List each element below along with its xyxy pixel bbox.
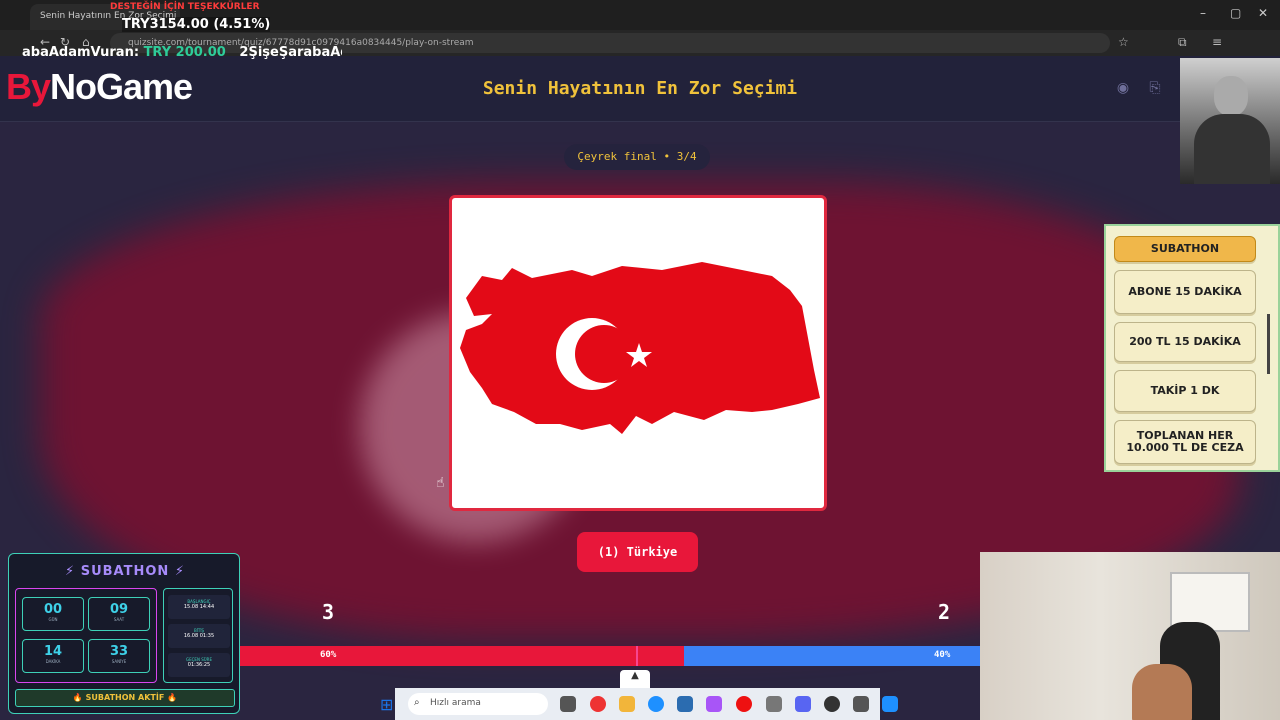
timer-minutes: 14 DAKİKA: [22, 639, 84, 673]
timer-days: 00 GÜN: [22, 597, 84, 631]
mouse-cursor: ☝: [436, 475, 445, 491]
menu-icon[interactable]: ≡: [1212, 35, 1222, 49]
minimize-icon[interactable]: –: [1200, 6, 1206, 20]
subathon-timer: 00 GÜN 09 SAAT 14 DAKİKA 33 SANİYE: [15, 588, 157, 683]
choice-button[interactable]: (1) Türkiye: [577, 532, 698, 572]
rule-item-abone[interactable]: ABONE 15 DAKİKA: [1114, 270, 1256, 314]
bynogame-logo: ByNoGame: [6, 66, 193, 107]
chrome-icon[interactable]: [590, 696, 606, 712]
vote-bar: 60% 40%: [240, 646, 980, 666]
vote-bar-divider: [636, 646, 638, 666]
turkey-flag-map-image: [460, 262, 820, 434]
elapsed-time: GEÇEN SÜRE 01:36:25: [168, 653, 230, 677]
webcam-feed: [980, 552, 1280, 720]
close-icon[interactable]: ✕: [1258, 6, 1268, 20]
right-percent: 40%: [934, 650, 951, 660]
subathon-title: ⚡ SUBATHON ⚡: [65, 564, 185, 579]
vote-bar-left-fill: [240, 646, 684, 666]
copilot-icon[interactable]: [706, 696, 722, 712]
lightning-icon: ⚡: [65, 564, 76, 579]
choice-card[interactable]: [449, 195, 827, 511]
extensions-icon[interactable]: ⧉: [1178, 35, 1187, 50]
subathon-widget: ⚡ SUBATHON ⚡ 00 GÜN 09 SAAT 14 DAKİKA 33 SAN…: [8, 553, 240, 714]
chevron-up-icon[interactable]: ▲: [620, 670, 650, 688]
rule-item-200tl[interactable]: 200 TL 15 DAKİKA: [1114, 322, 1256, 362]
windows-start-icon[interactable]: ⊞: [380, 695, 393, 714]
panel-scrollbar[interactable]: [1264, 234, 1274, 466]
portrait-image: [1180, 58, 1280, 184]
obs-icon[interactable]: [824, 696, 840, 712]
file-explorer-icon[interactable]: [619, 696, 635, 712]
app-icon[interactable]: [853, 696, 869, 712]
timer-seconds: 33 SANİYE: [88, 639, 150, 673]
maximize-icon[interactable]: ▢: [1230, 6, 1241, 20]
rule-item-takip[interactable]: TAKİP 1 DK: [1114, 370, 1256, 412]
task-view-icon[interactable]: [560, 696, 576, 712]
end-time: BİTİŞ 16.08 01:35: [168, 624, 230, 648]
rule-item-subathon[interactable]: SUBATHON: [1114, 236, 1256, 262]
store-icon[interactable]: [677, 696, 693, 712]
eye-icon[interactable]: ◉: [1112, 80, 1134, 102]
ticker-message: DESTEĞİN İÇİN TEŞEKKÜRLER: [110, 2, 260, 12]
edge-icon[interactable]: [648, 696, 664, 712]
lightning-icon: ⚡: [174, 564, 185, 579]
settings-icon[interactable]: [766, 696, 782, 712]
bookmark-star-icon[interactable]: ☆: [1118, 35, 1129, 49]
taskbar-search[interactable]: Hızlı arama: [408, 693, 548, 715]
notepad-icon[interactable]: [882, 696, 898, 712]
discord-icon[interactable]: [795, 696, 811, 712]
left-score: 3: [322, 600, 335, 624]
round-indicator: Çeyrek final • 3/4: [564, 144, 710, 170]
subathon-rules-panel: SUBATHON ABONE 15 DAKİKA 200 TL 15 DAKİK…: [1104, 224, 1280, 472]
search-icon: ⌕: [414, 697, 420, 708]
left-percent: 60%: [320, 650, 337, 660]
opera-icon[interactable]: [736, 696, 752, 712]
subathon-status: 🔥 SUBATHON AKTİF 🔥: [15, 689, 235, 707]
timer-hours: 09 SAAT: [88, 597, 150, 631]
right-score: 2: [938, 600, 951, 624]
donation-ticker: abaAdamVuran: TRY 200.00 2ŞişeŞarabaAdam…: [22, 45, 342, 60]
rule-item-ceza[interactable]: TOPLANAN HER 10.000 TL DE CEZA: [1114, 420, 1256, 464]
ticker-amount: TRY3154.00 (4.51%): [122, 17, 271, 32]
start-time: BAŞLANGIÇ 15.08 14:44: [168, 595, 230, 619]
share-icon[interactable]: ⎘: [1144, 80, 1166, 102]
subathon-info: BAŞLANGIÇ 15.08 14:44 BİTİŞ 16.08 01:35 GE…: [163, 588, 233, 683]
